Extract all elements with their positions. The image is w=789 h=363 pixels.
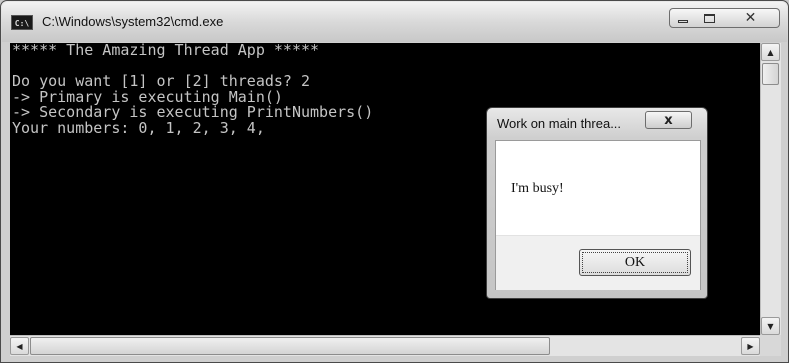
scroll-up-button[interactable]: ▲ <box>761 43 780 61</box>
dialog-body: I'm busy! OK <box>495 140 701 290</box>
arrow-up-icon: ▲ <box>767 47 774 57</box>
horizontal-scrollbar[interactable]: ◀ ▶ <box>10 335 760 356</box>
message-box: Work on main threa... x I'm busy! OK <box>486 107 708 299</box>
close-button[interactable]: ✕ <box>722 8 780 28</box>
maximize-icon <box>703 13 715 23</box>
minimize-button[interactable] <box>669 8 697 28</box>
dialog-footer: OK <box>496 235 700 290</box>
scrollbar-corner <box>760 335 781 356</box>
dialog-close-button[interactable]: x <box>645 111 692 129</box>
dialog-message: I'm busy! <box>511 181 564 196</box>
maximize-button[interactable] <box>696 8 723 28</box>
arrow-right-icon: ▶ <box>747 341 754 351</box>
vertical-scrollbar[interactable]: ▲ ▼ <box>760 43 781 335</box>
minimize-icon <box>678 20 688 23</box>
ok-button[interactable]: OK <box>579 249 691 276</box>
close-icon: x <box>664 112 673 128</box>
window-title: C:\Windows\system32\cmd.exe <box>42 14 224 29</box>
horizontal-scroll-thumb[interactable] <box>30 337 550 355</box>
cmd-app-icon[interactable]: C:\ <box>11 15 33 30</box>
title-bar[interactable]: C:\ C:\Windows\system32\cmd.exe ✕ <box>2 2 787 42</box>
vertical-scroll-thumb[interactable] <box>762 63 779 85</box>
scroll-down-button[interactable]: ▼ <box>761 317 780 335</box>
arrow-left-icon: ◀ <box>16 341 23 351</box>
scroll-left-button[interactable]: ◀ <box>10 337 29 355</box>
scroll-right-button[interactable]: ▶ <box>741 337 760 355</box>
arrow-down-icon: ▼ <box>767 321 774 331</box>
console-line: ***** The Amazing Thread App ***** <box>12 43 320 59</box>
dialog-title[interactable]: Work on main threa... <box>497 116 621 131</box>
close-icon: ✕ <box>744 10 757 26</box>
